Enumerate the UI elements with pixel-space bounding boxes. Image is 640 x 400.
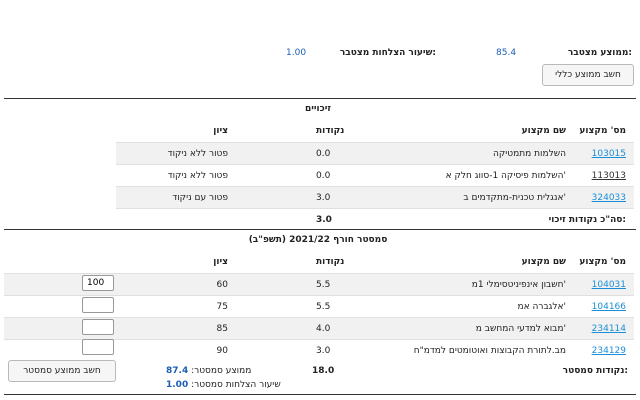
course-name: אלגברה אמ' <box>517 302 566 312</box>
credits-total-row: סה"כ נקודות זיכוי: 3.0 <box>116 208 634 231</box>
credits-header-row: מס' מקצוע שם מקצוע נקודות ציון <box>116 120 634 142</box>
table-row: 103015 השלמות מתמטיקה 0.0 פטור ללא ניקוד <box>116 142 634 165</box>
calc-overall-average-button[interactable]: חשב ממוצע כללי <box>542 64 634 86</box>
course-points: 3.0 <box>316 346 331 356</box>
semester-average: ממוצע סמסטר: 87.4 <box>166 366 251 376</box>
table-row: 324033 אנגלית טכנית-מתקדמים ב' 3.0 פטור … <box>116 186 634 209</box>
course-code-link[interactable]: 103015 <box>592 149 626 159</box>
course-points: 5.5 <box>316 302 331 312</box>
header-code: מס' מקצוע <box>579 126 626 136</box>
course-code-link[interactable]: 104166 <box>592 302 626 312</box>
semester-title: סמסטר חורף 2021/22 (תשפ"ב) <box>248 235 388 245</box>
course-code-link[interactable]: 234114 <box>592 324 626 334</box>
cum-avg-value: 85.4 <box>496 48 517 58</box>
course-points: 0.0 <box>316 171 331 181</box>
course-points: 4.0 <box>316 324 331 334</box>
table-row: 113013 השלמות פיסיקה 1-סווג חלק א' 0.0 פ… <box>116 164 634 187</box>
cum-success-value: 1.00 <box>286 48 307 58</box>
semester-average-value: 87.4 <box>166 366 189 376</box>
course-points: 5.5 <box>316 280 331 290</box>
grade-input[interactable] <box>82 339 114 355</box>
credits-total-label: סה"כ נקודות זיכוי: <box>548 215 626 225</box>
course-grade: פטור ללא ניקוד <box>167 171 228 181</box>
course-code-link[interactable]: 324033 <box>592 193 626 203</box>
course-name: מב.לתורת הקבוצות ואוטומטים למדמ"ח <box>413 346 566 356</box>
semester-header-row: מס' מקצוע שם מקצוע נקודות ציון <box>116 251 634 273</box>
header-grade: ציון <box>213 126 228 136</box>
course-code-link[interactable]: 104031 <box>592 280 626 290</box>
course-points: 0.0 <box>316 149 331 159</box>
header-grade: ציון <box>213 257 228 267</box>
course-grade: פטור ללא ניקוד <box>167 149 228 159</box>
course-grade: 75 <box>216 302 228 312</box>
course-grade: פטור עם ניקוד <box>172 193 228 203</box>
semester-success-label: שיעור הצלחות סמסטר: <box>191 380 281 390</box>
header-points: נקודות <box>316 126 345 136</box>
semester-points-label: נקודות סמסטר: <box>562 366 628 376</box>
credits-title: זיכויים <box>304 104 331 114</box>
course-grade: 85 <box>216 324 228 334</box>
calc-semester-average-button[interactable]: חשב ממוצע סמסטר <box>8 360 116 382</box>
grade-input[interactable] <box>82 275 114 291</box>
divider-middle <box>4 229 636 230</box>
course-name: מבוא למדעי המחשב מ' <box>475 324 566 334</box>
header-name: שם מקצוע <box>521 126 566 136</box>
grade-input[interactable] <box>82 319 114 335</box>
course-code-link[interactable]: 234129 <box>592 346 626 356</box>
semester-points-value: 18.0 <box>312 366 335 376</box>
semester-success-value: 1.00 <box>166 380 189 390</box>
cum-avg-label: ממוצע מצטבר: <box>567 48 632 58</box>
course-points: 3.0 <box>316 193 331 203</box>
semester-success: שיעור הצלחות סמסטר: 1.00 <box>166 380 281 390</box>
course-name: אנגלית טכנית-מתקדמים ב' <box>463 193 566 203</box>
course-name: השלמות פיסיקה 1-סווג חלק א' <box>445 171 566 181</box>
course-name: השלמות מתמטיקה <box>493 149 566 159</box>
course-grade: 60 <box>216 280 228 290</box>
divider-bottom <box>4 394 636 395</box>
course-grade: 90 <box>216 346 228 356</box>
header-code: מס' מקצוע <box>579 257 626 267</box>
course-name: חשבון אינפיניטסימלי 1מ' <box>471 280 566 290</box>
header-name: שם מקצוע <box>521 257 566 267</box>
grade-input[interactable] <box>82 297 114 313</box>
header-points: נקודות <box>316 257 345 267</box>
semester-average-label: ממוצע סמסטר: <box>191 366 252 376</box>
course-code-link[interactable]: 113013 <box>592 171 626 181</box>
divider-top <box>4 98 636 99</box>
credits-total-value: 3.0 <box>316 215 332 225</box>
cum-success-label: שיעור הצלחות מצטבר: <box>339 48 436 58</box>
